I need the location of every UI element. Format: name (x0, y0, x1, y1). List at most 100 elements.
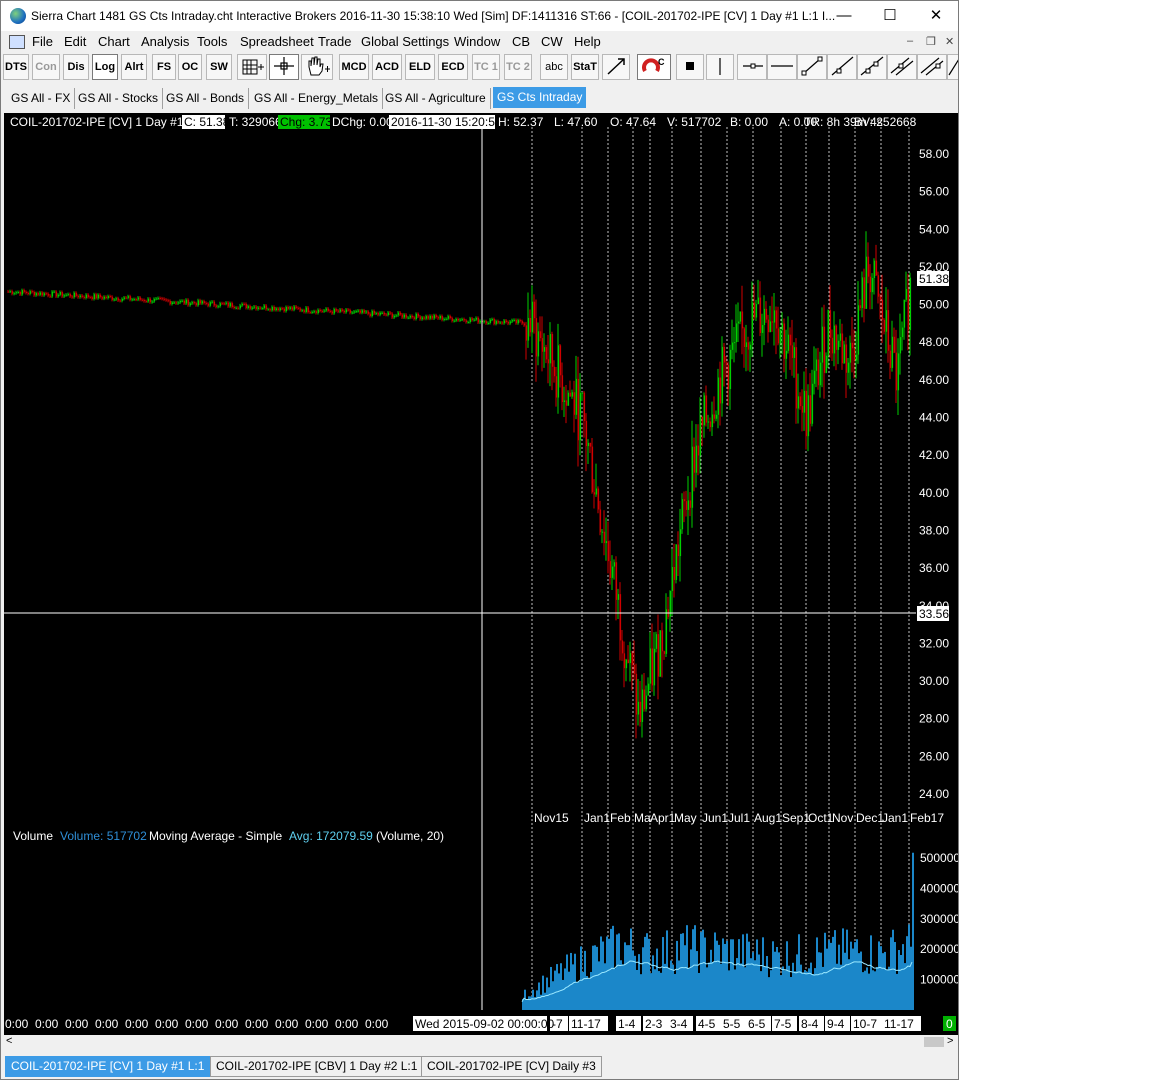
tab-gs-all-energy-metals[interactable]: GS All - Energy_Metals (250, 88, 384, 109)
candle-body (451, 318, 454, 321)
date-label: 8-4 (801, 1017, 819, 1031)
date-label: 7-5 (774, 1017, 792, 1031)
candle-body (597, 488, 600, 510)
menu-spreadsheet[interactable]: Spreadsheet (240, 34, 314, 49)
mdi-close-button[interactable]: ✕ (945, 35, 954, 48)
maximize-button[interactable]: ☐ (867, 1, 913, 31)
vertical-line-icon[interactable] (706, 54, 734, 80)
oc-button[interactable]: OC (178, 54, 202, 80)
volume-bar (668, 967, 670, 1010)
dts-button[interactable]: DTS (3, 54, 29, 80)
candle-body (437, 317, 440, 319)
parallel-lines-icon[interactable] (887, 54, 917, 80)
candle-body (285, 307, 288, 312)
text-tool-button[interactable]: abc (540, 54, 568, 80)
scroll-thumb[interactable] (924, 1037, 944, 1047)
scroll-right-icon[interactable]: > (947, 1035, 953, 1047)
tab-gs-cts-intraday[interactable]: GS Cts Intraday (493, 87, 587, 108)
eld-button[interactable]: ELD (405, 54, 435, 80)
candle-body (775, 310, 778, 329)
candle-body (625, 659, 628, 669)
volume-bar (860, 951, 862, 1010)
tab-gs-all-stocks[interactable]: GS All - Stocks (74, 88, 164, 109)
disconnect-button[interactable]: Dis (63, 54, 89, 80)
menu-edit[interactable]: Edit (64, 34, 86, 49)
date-label: 10-7 (853, 1017, 877, 1031)
mdi-minimize-button[interactable]: – (907, 35, 913, 47)
chart-area[interactable]: COIL-201702-IPE [CV] 1 Day #1 C: 51.38 T… (4, 113, 958, 1036)
menu-window[interactable]: Window (454, 34, 500, 49)
crosshair-icon[interactable] (269, 54, 299, 80)
volume-bar (604, 963, 606, 1010)
horizontal-ray-icon[interactable] (737, 54, 767, 80)
header-bid: B: 0.00 (730, 115, 768, 129)
menu-chart[interactable]: Chart (98, 34, 130, 49)
candle-body (463, 319, 466, 321)
menu-cw[interactable]: CW (541, 34, 563, 49)
hand-icon[interactable] (301, 54, 333, 80)
horizontal-scrollbar[interactable]: < > (4, 1035, 958, 1049)
volume-bar (900, 955, 902, 1010)
menu-analysis[interactable]: Analysis (141, 34, 189, 49)
tc2-button[interactable]: TC 2 (504, 54, 532, 80)
ray-tool-icon[interactable] (827, 54, 857, 80)
menu-global-settings[interactable]: Global Settings (361, 34, 449, 49)
mcd-button[interactable]: MCD (339, 54, 369, 80)
volume-bar (840, 964, 842, 1010)
menu-trade[interactable]: Trade (318, 34, 351, 49)
candle-body (475, 317, 478, 320)
candle-body (611, 566, 614, 578)
menu-file[interactable]: File (32, 34, 53, 49)
candle-body (483, 321, 486, 323)
candle-body (37, 293, 40, 295)
connect-button[interactable]: Con (32, 54, 60, 80)
arrow-tool-icon[interactable] (602, 54, 630, 80)
candle-body (23, 290, 26, 292)
window-tab-3[interactable]: COIL-201702-IPE [CV] Daily #3 (421, 1056, 602, 1077)
trend-tool-icon[interactable] (947, 54, 958, 80)
extended-line-icon[interactable] (857, 54, 887, 80)
tab-gs-all-agriculture[interactable]: GS All - Agriculture (381, 88, 491, 109)
menu-tools[interactable]: Tools (197, 34, 227, 49)
channel-tool-icon[interactable] (917, 54, 947, 80)
candle-body (707, 421, 710, 423)
magnet-icon[interactable]: C (637, 54, 671, 80)
mdi-restore-button[interactable]: ❐ (926, 35, 936, 48)
stop-icon[interactable] (676, 54, 704, 80)
candle-body (63, 295, 66, 297)
tab-gs-all-fx[interactable]: GS All - FX (7, 88, 76, 109)
menu-cb[interactable]: CB (512, 34, 530, 49)
chart-grid-icon[interactable] (237, 54, 267, 80)
sw-button[interactable]: SW (206, 54, 232, 80)
candle-body (769, 321, 772, 333)
tc1-button[interactable]: TC 1 (472, 54, 500, 80)
minimize-button[interactable]: — (821, 1, 867, 31)
log-scale-button[interactable]: Log (92, 54, 118, 80)
candle-body (691, 446, 694, 508)
candle-body (347, 309, 350, 311)
window-tab-2[interactable]: COIL-201702-IPE [CBV] 1 Day #2 L:1 (210, 1056, 424, 1077)
close-button[interactable]: ✕ (913, 1, 958, 31)
tab-gs-all-bonds[interactable]: GS All - Bonds (162, 88, 250, 109)
candle-body (591, 446, 594, 493)
candle-body (119, 300, 122, 302)
chart-window-icon[interactable] (9, 35, 25, 49)
chart-svg[interactable]: COIL-201702-IPE [CV] 1 Day #1 C: 51.38 T… (4, 113, 958, 1036)
volume-bar (810, 962, 812, 1010)
ecd-button[interactable]: ECD (438, 54, 468, 80)
stat-button[interactable]: StaT (571, 54, 599, 80)
fs-button[interactable]: FS (152, 54, 176, 80)
horizontal-line-icon[interactable] (767, 54, 797, 80)
acd-button[interactable]: ACD (372, 54, 402, 80)
candle-body (245, 303, 248, 309)
window-tab-1[interactable]: COIL-201702-IPE [CV] 1 Day #1 L:1 (5, 1056, 211, 1077)
candle-body (765, 308, 768, 320)
candle-body (251, 307, 254, 309)
menu-help[interactable]: Help (574, 34, 601, 49)
line-tool-icon[interactable] (797, 54, 827, 80)
candle-body (609, 561, 612, 578)
alert-button[interactable]: Alrt (121, 54, 147, 80)
scroll-left-icon[interactable]: < (6, 1035, 12, 1047)
candle-body (35, 293, 38, 296)
volume-axis: 500000 400000 300000 200000 100000 (920, 851, 958, 987)
